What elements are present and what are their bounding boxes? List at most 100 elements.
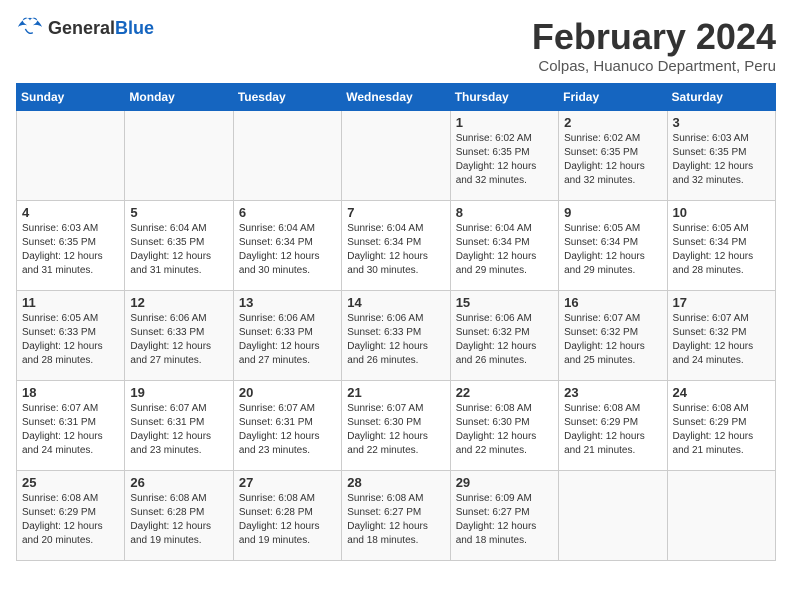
day-number: 28 [347,475,444,490]
calendar-cell: 17 Sunrise: 6:07 AM Sunset: 6:32 PM Dayli… [667,291,775,381]
calendar-week-row: 4 Sunrise: 6:03 AM Sunset: 6:35 PM Daylig… [17,201,776,291]
day-number: 20 [239,385,336,400]
day-number: 5 [130,205,227,220]
day-number: 25 [22,475,119,490]
day-info: Sunrise: 6:08 AM Sunset: 6:29 PM Dayligh… [564,402,661,458]
day-header-friday: Friday [559,84,667,111]
day-info: Sunrise: 6:08 AM Sunset: 6:30 PM Dayligh… [456,402,553,458]
day-number: 29 [456,475,553,490]
day-info: Sunrise: 6:07 AM Sunset: 6:31 PM Dayligh… [239,402,336,458]
calendar-cell: 15Sunrise: 6:06 AM Sunset: 6:32 PM Dayli… [450,291,558,381]
calendar-cell: 19 Sunrise: 6:07 AM Sunset: 6:31 PM Dayli… [125,381,233,471]
calendar-cell: 4 Sunrise: 6:03 AM Sunset: 6:35 PM Daylig… [17,201,125,291]
calendar-table: SundayMondayTuesdayWednesdayThursdayFrid… [16,83,776,561]
calendar-cell: 25 Sunrise: 6:08 AM Sunset: 6:29 PM Dayli… [17,471,125,561]
day-info: Sunrise: 6:08 AM Sunset: 6:27 PM Dayligh… [347,492,444,548]
day-info: Sunrise: 6:09 AM Sunset: 6:27 PM Dayligh… [456,492,553,548]
calendar-cell: 9Sunrise: 6:05 AM Sunset: 6:34 PM Daylig… [559,201,667,291]
logo-text: GeneralBlue [48,18,154,39]
month-title: February 2024 [532,16,776,58]
day-info: Sunrise: 6:04 AM Sunset: 6:34 PM Dayligh… [456,222,553,278]
day-number: 18 [22,385,119,400]
day-header-monday: Monday [125,84,233,111]
day-info: Sunrise: 6:04 AM Sunset: 6:34 PM Dayligh… [347,222,444,278]
day-number: 1 [456,115,553,130]
calendar-cell: 24Sunrise: 6:08 AM Sunset: 6:29 PM Dayli… [667,381,775,471]
calendar-header-row: SundayMondayTuesdayWednesdayThursdayFrid… [17,84,776,111]
calendar-cell: 12 Sunrise: 6:06 AM Sunset: 6:33 PM Dayli… [125,291,233,381]
calendar-cell [559,471,667,561]
day-number: 16 [564,295,661,310]
logo: GeneralBlue [16,16,154,40]
day-info: Sunrise: 6:05 AM Sunset: 6:33 PM Dayligh… [22,312,119,368]
day-info: Sunrise: 6:07 AM Sunset: 6:32 PM Dayligh… [564,312,661,368]
calendar-cell: 7 Sunrise: 6:04 AM Sunset: 6:34 PM Daylig… [342,201,450,291]
day-info: Sunrise: 6:03 AM Sunset: 6:35 PM Dayligh… [673,132,770,188]
day-number: 12 [130,295,227,310]
calendar-cell: 29 Sunrise: 6:09 AM Sunset: 6:27 PM Dayli… [450,471,558,561]
day-info: Sunrise: 6:08 AM Sunset: 6:28 PM Dayligh… [239,492,336,548]
day-header-sunday: Sunday [17,84,125,111]
day-header-saturday: Saturday [667,84,775,111]
calendar-cell: 13Sunrise: 6:06 AM Sunset: 6:33 PM Dayli… [233,291,341,381]
day-info: Sunrise: 6:02 AM Sunset: 6:35 PM Dayligh… [456,132,553,188]
calendar-cell: 14Sunrise: 6:06 AM Sunset: 6:33 PM Dayli… [342,291,450,381]
day-number: 3 [673,115,770,130]
day-info: Sunrise: 6:08 AM Sunset: 6:29 PM Dayligh… [673,402,770,458]
calendar-cell: 27 Sunrise: 6:08 AM Sunset: 6:28 PM Dayli… [233,471,341,561]
page-header: GeneralBlue February 2024 Colpas, Huanuc… [16,16,776,75]
logo-blue: Blue [115,18,154,38]
day-header-wednesday: Wednesday [342,84,450,111]
day-info: Sunrise: 6:07 AM Sunset: 6:31 PM Dayligh… [130,402,227,458]
day-info: Sunrise: 6:06 AM Sunset: 6:33 PM Dayligh… [130,312,227,368]
day-number: 23 [564,385,661,400]
day-info: Sunrise: 6:06 AM Sunset: 6:33 PM Dayligh… [347,312,444,368]
calendar-cell: 1 Sunrise: 6:02 AM Sunset: 6:35 PM Daylig… [450,111,558,201]
calendar-week-row: 18 Sunrise: 6:07 AM Sunset: 6:31 PM Dayli… [17,381,776,471]
title-area: February 2024 Colpas, Huanuco Department… [532,16,776,75]
day-number: 8 [456,205,553,220]
day-info: Sunrise: 6:02 AM Sunset: 6:35 PM Dayligh… [564,132,661,188]
location-subtitle: Colpas, Huanuco Department, Peru [532,58,776,75]
calendar-cell: 22 Sunrise: 6:08 AM Sunset: 6:30 PM Dayli… [450,381,558,471]
day-number: 21 [347,385,444,400]
logo-general: General [48,18,115,38]
day-number: 4 [22,205,119,220]
day-header-thursday: Thursday [450,84,558,111]
day-number: 2 [564,115,661,130]
day-number: 27 [239,475,336,490]
calendar-cell [125,111,233,201]
day-number: 17 [673,295,770,310]
day-number: 13 [239,295,336,310]
day-info: Sunrise: 6:07 AM Sunset: 6:30 PM Dayligh… [347,402,444,458]
calendar-cell: 20 Sunrise: 6:07 AM Sunset: 6:31 PM Dayli… [233,381,341,471]
day-number: 7 [347,205,444,220]
calendar-week-row: 11Sunrise: 6:05 AM Sunset: 6:33 PM Dayli… [17,291,776,381]
day-info: Sunrise: 6:03 AM Sunset: 6:35 PM Dayligh… [22,222,119,278]
day-number: 6 [239,205,336,220]
calendar-cell: 5Sunrise: 6:04 AM Sunset: 6:35 PM Daylig… [125,201,233,291]
day-info: Sunrise: 6:07 AM Sunset: 6:31 PM Dayligh… [22,402,119,458]
day-info: Sunrise: 6:08 AM Sunset: 6:28 PM Dayligh… [130,492,227,548]
calendar-cell: 23 Sunrise: 6:08 AM Sunset: 6:29 PM Dayli… [559,381,667,471]
day-number: 10 [673,205,770,220]
calendar-cell [233,111,341,201]
day-number: 22 [456,385,553,400]
calendar-cell [17,111,125,201]
calendar-cell: 3 Sunrise: 6:03 AM Sunset: 6:35 PM Daylig… [667,111,775,201]
calendar-cell: 6Sunrise: 6:04 AM Sunset: 6:34 PM Daylig… [233,201,341,291]
calendar-cell: 18 Sunrise: 6:07 AM Sunset: 6:31 PM Dayli… [17,381,125,471]
calendar-cell: 28 Sunrise: 6:08 AM Sunset: 6:27 PM Dayli… [342,471,450,561]
calendar-cell [667,471,775,561]
day-info: Sunrise: 6:05 AM Sunset: 6:34 PM Dayligh… [564,222,661,278]
calendar-week-row: 1 Sunrise: 6:02 AM Sunset: 6:35 PM Daylig… [17,111,776,201]
day-info: Sunrise: 6:07 AM Sunset: 6:32 PM Dayligh… [673,312,770,368]
day-number: 15 [456,295,553,310]
day-info: Sunrise: 6:08 AM Sunset: 6:29 PM Dayligh… [22,492,119,548]
calendar-cell: 16 Sunrise: 6:07 AM Sunset: 6:32 PM Dayli… [559,291,667,381]
calendar-cell: 8 Sunrise: 6:04 AM Sunset: 6:34 PM Daylig… [450,201,558,291]
day-number: 26 [130,475,227,490]
calendar-cell: 10Sunrise: 6:05 AM Sunset: 6:34 PM Dayli… [667,201,775,291]
day-header-tuesday: Tuesday [233,84,341,111]
day-number: 19 [130,385,227,400]
